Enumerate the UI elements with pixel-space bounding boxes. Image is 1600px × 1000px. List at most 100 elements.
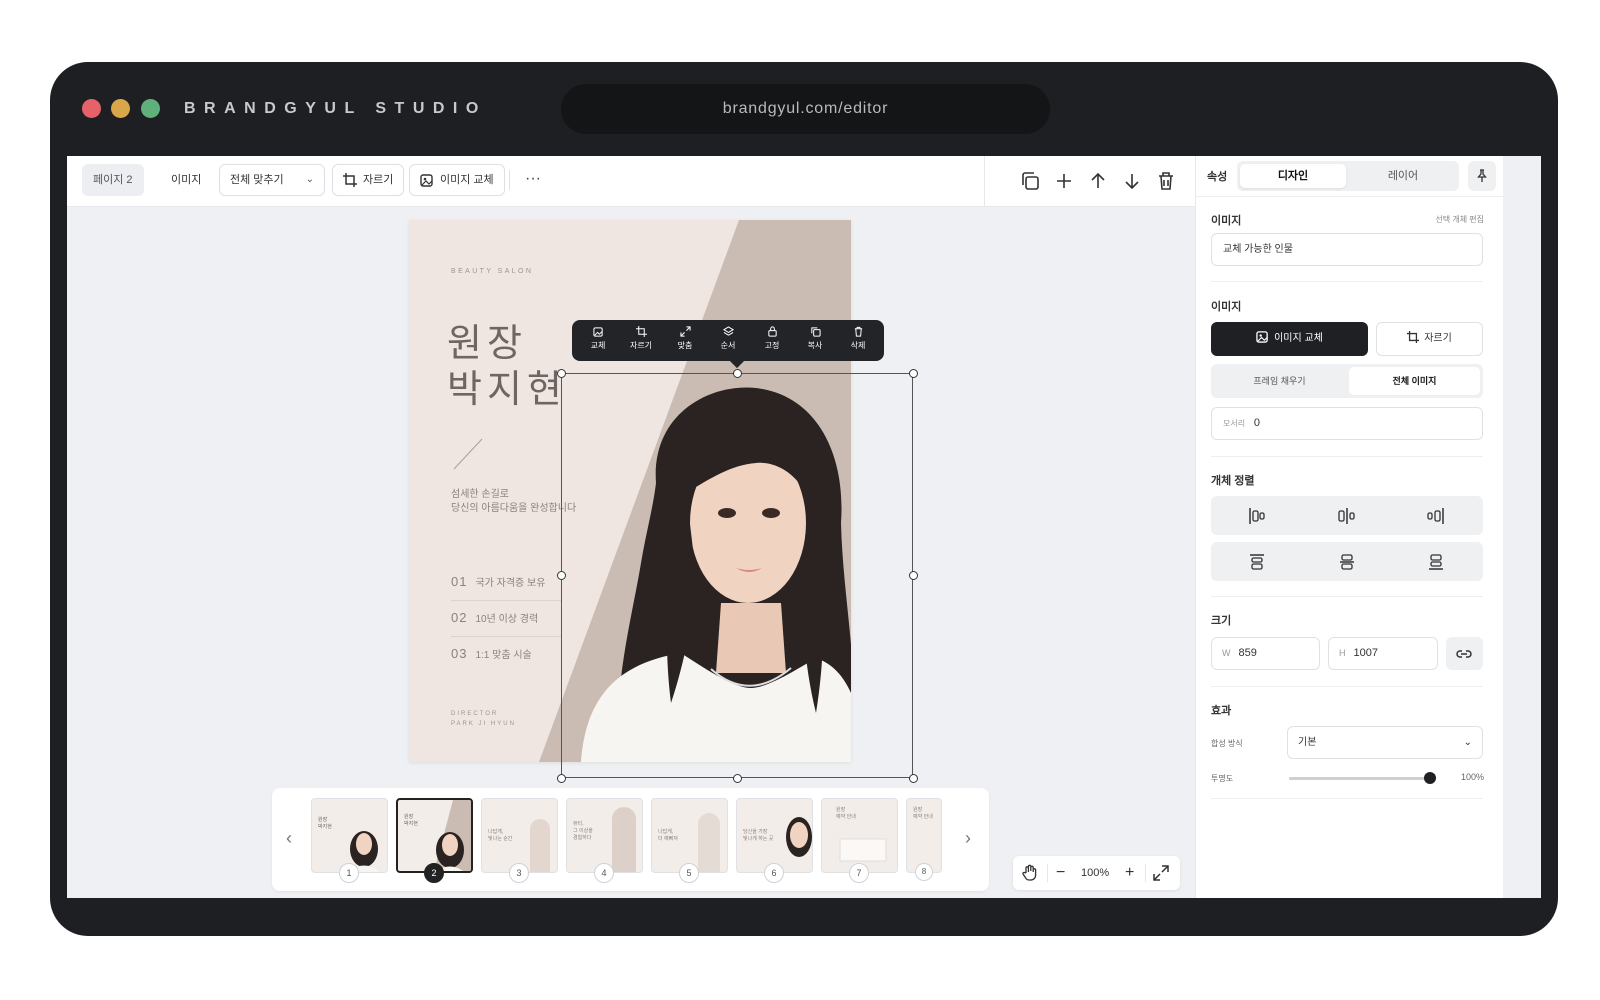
url-bar[interactable]: brandgyul.com/editor	[561, 84, 1050, 134]
close-window-dot[interactable]	[82, 99, 101, 118]
feature-item[interactable]: 02 10년 이상 경력	[451, 610, 538, 625]
thumb-arch	[612, 807, 636, 872]
replace-image-label: 이미지 교체	[440, 174, 494, 186]
feature-item[interactable]: 01 국가 자격증 보유	[451, 574, 545, 589]
chevron-right-icon[interactable]: ›	[965, 828, 971, 849]
chevron-left-icon[interactable]: ‹	[286, 828, 292, 849]
corner-radius-field[interactable]: 모서리 0	[1211, 407, 1483, 440]
feature-text: 국가 자격증 보유	[475, 578, 546, 589]
fill-frame-option[interactable]: 프레임 채우기	[1214, 367, 1345, 395]
fit-mode-select[interactable]: 전체 맞추기 ⌄	[219, 164, 325, 196]
opacity-slider[interactable]	[1289, 772, 1437, 784]
page-thumbnail-active[interactable]: 원장 박지현	[396, 798, 473, 873]
replace-image-panel-button[interactable]: 이미지 교체	[1211, 322, 1368, 356]
fit-mode-value: 전체 맞추기	[230, 174, 284, 186]
feature-text: 10년 이상 경력	[475, 614, 539, 625]
align-top-icon[interactable]	[1247, 552, 1267, 572]
layers-icon	[722, 326, 734, 336]
opacity-label: 투명도	[1211, 774, 1234, 783]
crop-icon	[1407, 331, 1420, 343]
align-middle-icon[interactable]	[1337, 552, 1357, 572]
context-item-label: 삭제	[850, 341, 866, 350]
resize-handle-ne[interactable]	[909, 369, 918, 378]
context-replace-button[interactable]: 교체	[580, 326, 616, 351]
feature-item[interactable]: 03 1:1 맞춤 시술	[451, 646, 532, 661]
move-up-icon[interactable]	[1086, 169, 1110, 193]
context-lock-button[interactable]: 고정	[754, 326, 790, 351]
context-copy-button[interactable]: 복사	[797, 326, 833, 351]
page-number-badge: 5	[679, 863, 699, 883]
poster-desc-line: 섬세한 손길로	[451, 489, 509, 500]
tab-design[interactable]: 디자인	[1240, 164, 1346, 188]
page-thumbnail[interactable]: 나답게, 더 예뻐져	[651, 798, 728, 873]
chevron-down-icon: ⌄	[305, 174, 314, 185]
resize-handle-se[interactable]	[909, 774, 918, 783]
hand-pan-icon[interactable]	[1020, 863, 1040, 883]
resize-handle-e[interactable]	[909, 571, 918, 580]
align-bottom-icon[interactable]	[1426, 552, 1446, 572]
feature-divider	[451, 600, 561, 601]
context-delete-button[interactable]: 삭제	[840, 326, 876, 351]
page-number-badge-active: 2	[424, 863, 444, 883]
thumb-portrait	[434, 800, 471, 871]
resize-handle-s[interactable]	[733, 774, 742, 783]
link-icon	[1456, 650, 1472, 658]
context-fit-button[interactable]: 맞춤	[667, 326, 703, 351]
move-down-icon[interactable]	[1120, 169, 1144, 193]
poster-title-line: 원장	[447, 321, 527, 365]
opacity-slider-knob[interactable]	[1424, 772, 1437, 784]
fullscreen-icon[interactable]	[1152, 864, 1170, 882]
add-icon[interactable]	[1052, 169, 1076, 193]
minimize-window-dot[interactable]	[111, 99, 130, 118]
page-thumbnail[interactable]: 원장 예약 안내	[821, 798, 898, 873]
crop-button[interactable]: 자르기	[332, 164, 405, 196]
full-image-option[interactable]: 전체 이미지	[1349, 367, 1480, 395]
blend-mode-select[interactable]: 기본 ⌄	[1287, 726, 1483, 759]
height-field[interactable]: H 1007	[1328, 637, 1438, 670]
resize-handle-n[interactable]	[733, 369, 742, 378]
page-number-badge: 6	[764, 863, 784, 883]
portrait-photo[interactable]	[561, 373, 913, 778]
poster-title-line: 박지현	[447, 367, 567, 411]
page-thumbnail[interactable]: 원장 박지현	[311, 798, 388, 873]
resize-handle-w[interactable]	[557, 571, 566, 580]
tab-layer[interactable]: 레이어	[1350, 164, 1456, 188]
image-name-field[interactable]: 교체 가능한 인물	[1211, 233, 1483, 266]
page-thumbnail[interactable]: 당신을 가장 빛나게 하는 곳	[736, 798, 813, 873]
edit-selection-hint: 선택 개체 편집	[1435, 215, 1484, 224]
maximize-window-dot[interactable]	[141, 99, 160, 118]
decorative-slash	[453, 438, 483, 470]
toolbar-divider	[509, 170, 510, 190]
director-label: DIRECTOR	[451, 711, 499, 717]
window-titlebar: BRANDGYUL STUDIO brandgyul.com/editor	[50, 62, 1558, 156]
context-crop-button[interactable]: 자르기	[623, 326, 659, 351]
brand-name: BRANDGYUL STUDIO	[184, 100, 487, 117]
resize-handle-nw[interactable]	[557, 369, 566, 378]
poster-description[interactable]: 섬세한 손길로 당신의 아름다움을 완성합니다	[451, 488, 576, 516]
resize-handle-sw[interactable]	[557, 774, 566, 783]
crop-panel-button[interactable]: 자르기	[1376, 322, 1483, 356]
more-options-button[interactable]: ···	[519, 164, 547, 196]
poster-desc-line: 당신의 아름다움을 완성합니다	[451, 503, 577, 514]
pin-panel-button[interactable]	[1468, 161, 1496, 191]
width-field[interactable]: W 859	[1211, 637, 1320, 670]
replace-image-button[interactable]: 이미지 교체	[409, 164, 505, 196]
page-thumbnail[interactable]: 뷰티, 그 이상을 경험하다	[566, 798, 643, 873]
trash-icon[interactable]	[1154, 169, 1178, 193]
align-left-icon[interactable]	[1247, 506, 1267, 526]
page-thumbnail[interactable]: 원장 예약 안내	[906, 798, 942, 873]
poster-director[interactable]: DIRECTOR PARK JI HYUN	[451, 709, 516, 729]
zoom-out-icon[interactable]: −	[1056, 856, 1065, 890]
align-right-icon[interactable]	[1426, 506, 1446, 526]
lock-ratio-button[interactable]	[1446, 637, 1483, 670]
context-order-button[interactable]: 순서	[710, 326, 746, 351]
align-section-title: 개체 정렬	[1211, 475, 1255, 487]
element-type-label: 이미지	[171, 174, 202, 186]
poster-title[interactable]: 원장 박지현	[447, 320, 567, 412]
align-center-h-icon[interactable]	[1337, 506, 1357, 526]
page-filmstrip: ‹ › 원장 박지현 1 원장 박지현 2 나답게, 빛나는 순간 3 뷰티, …	[272, 788, 989, 891]
page-thumbnail[interactable]: 나답게, 빛나는 순간	[481, 798, 558, 873]
zoom-in-icon[interactable]: +	[1125, 856, 1134, 890]
duplicate-icon[interactable]	[1018, 169, 1042, 193]
chevron-down-icon: ⌄	[1463, 737, 1472, 748]
